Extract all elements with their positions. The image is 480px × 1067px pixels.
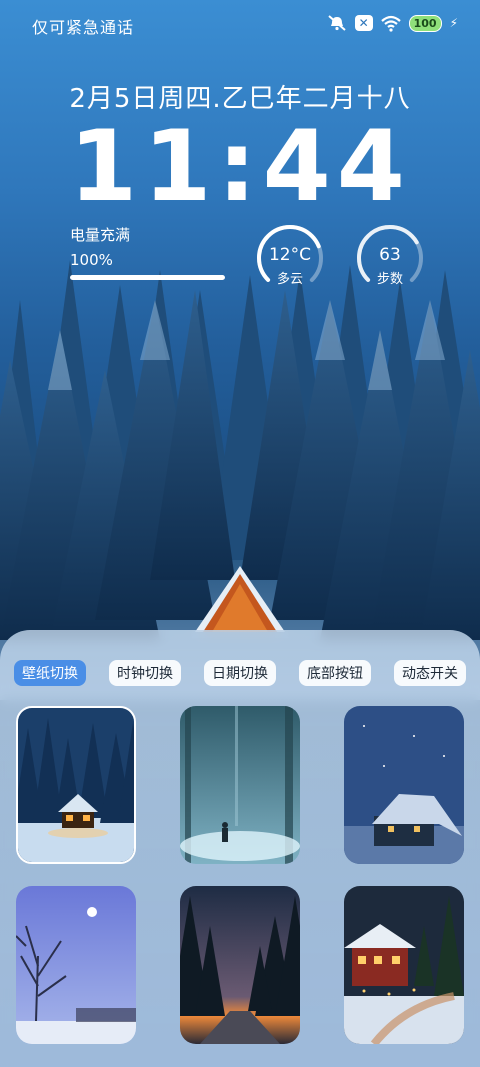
- steps-label: 步数: [376, 272, 403, 287]
- close-box-icon: ✕: [354, 15, 373, 31]
- battery-charge-widget: 电量充满 100%: [70, 224, 230, 280]
- wallpaper-thumb-moon-tree[interactable]: [16, 886, 136, 1044]
- mute-icon: [327, 15, 346, 31]
- wifi-icon: [380, 15, 401, 32]
- tab-date[interactable]: 日期切换: [204, 660, 276, 686]
- wallpaper-thumb-christmas-cabin[interactable]: [344, 886, 464, 1044]
- charge-progress-bar: [70, 275, 225, 280]
- charging-bolt-icon: ⚡: [449, 16, 458, 30]
- weather-widget: 12°C 多云: [255, 223, 325, 293]
- tab-dynamic-toggle[interactable]: 动态开关: [394, 660, 466, 686]
- charge-percent: 100%: [70, 251, 113, 269]
- wallpaper-thumb-snowy-cabin[interactable]: [16, 706, 136, 864]
- tab-bottom-buttons[interactable]: 底部按钮: [299, 660, 371, 686]
- tab-clock[interactable]: 时钟切换: [109, 660, 181, 686]
- charge-status-label: 电量充满: [70, 226, 131, 244]
- carrier-text: 仅可紧急通话: [32, 18, 135, 37]
- customization-panel: 壁纸切换 时钟切换 日期切换 底部按钮 动态开关: [0, 630, 480, 1067]
- wallpaper-thumb-forest-road[interactable]: [180, 886, 300, 1044]
- weather-description: 多云: [276, 272, 303, 287]
- weather-temperature: 12°C: [268, 245, 311, 265]
- charge-progress-fill: [70, 275, 225, 280]
- panel-tabs: 壁纸切换 时钟切换 日期切换 底部按钮 动态开关: [14, 660, 466, 686]
- status-icons: ✕ 100 ⚡: [327, 14, 458, 32]
- tab-wallpaper[interactable]: 壁纸切换: [14, 660, 86, 686]
- wallpaper-thumb-snow-cabin[interactable]: [344, 706, 464, 864]
- battery-icon: 100: [408, 14, 442, 32]
- wallpaper-thumb-foggy-forest[interactable]: [180, 706, 300, 864]
- steps-count: 63: [379, 245, 401, 265]
- steps-widget: 63 步数: [355, 223, 425, 293]
- lockscreen-clock: 11:44: [69, 110, 411, 224]
- status-bar: 仅可紧急通话 ✕ 100 ⚡: [0, 0, 480, 50]
